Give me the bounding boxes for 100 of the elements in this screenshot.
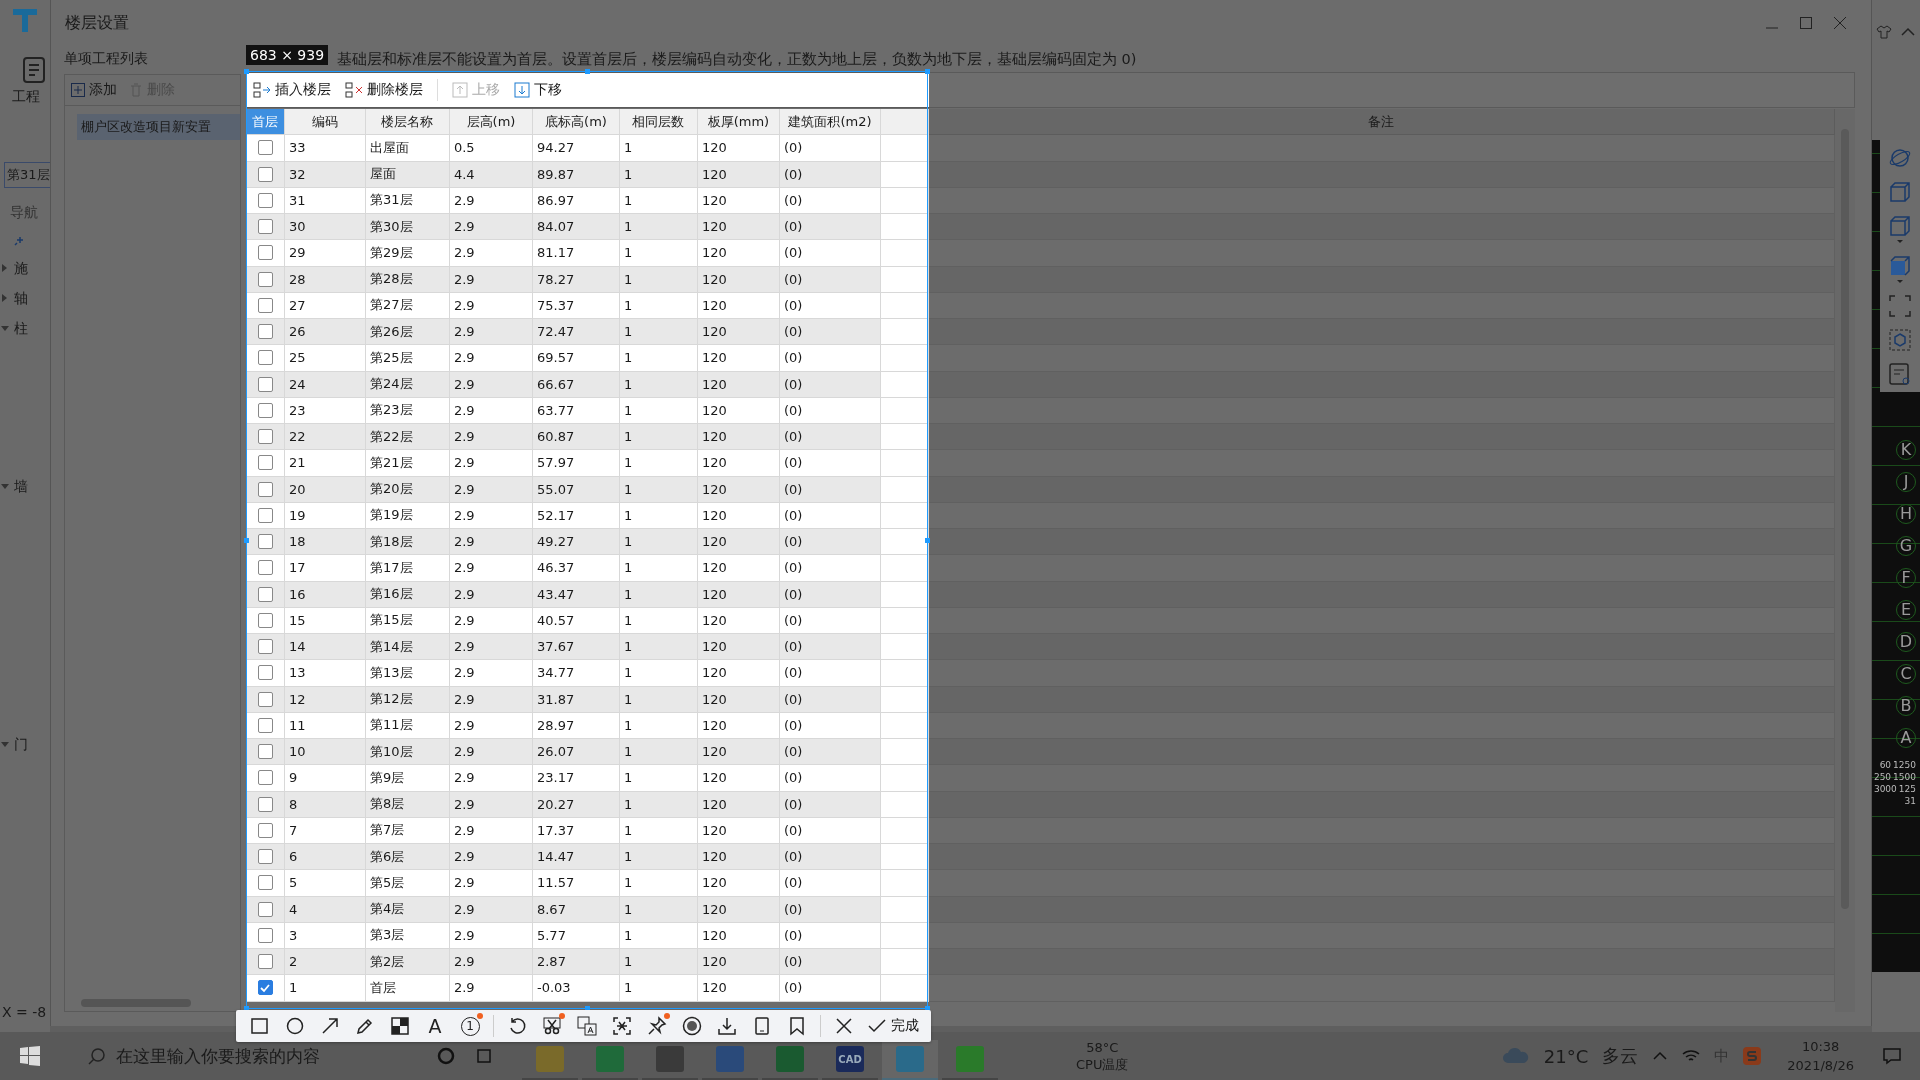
- checkbox[interactable]: [257, 507, 273, 523]
- toolbar-button[interactable]: 删除楼层: [344, 79, 423, 101]
- checkbox[interactable]: [257, 927, 273, 943]
- table-cell: 第11层: [365, 712, 450, 739]
- s-logo-icon[interactable]: [1743, 1047, 1762, 1065]
- tool-button[interactable]: A: [419, 1011, 451, 1041]
- toolbar-button[interactable]: 插入楼层: [252, 79, 331, 101]
- checkbox[interactable]: [257, 166, 273, 182]
- table-cell: 2: [284, 949, 366, 976]
- checkbox[interactable]: [257, 744, 273, 760]
- resize-handle[interactable]: [244, 69, 249, 74]
- checkbox[interactable]: [257, 192, 273, 208]
- toolbar-button[interactable]: 添加: [70, 81, 117, 99]
- start-icon[interactable]: [20, 1046, 40, 1066]
- checkbox[interactable]: [257, 954, 273, 970]
- sparkle-icon[interactable]: [12, 236, 24, 248]
- table-cell: 第4层: [365, 896, 450, 923]
- taskbar-app[interactable]: [882, 1040, 938, 1080]
- table-cell: (0): [779, 896, 881, 923]
- checkbox[interactable]: [257, 796, 273, 812]
- checkbox[interactable]: [257, 980, 273, 996]
- cube-3d-icon[interactable]: [1888, 180, 1912, 204]
- shirt-icon[interactable]: [1876, 24, 1892, 40]
- orbit-icon[interactable]: [1888, 146, 1912, 170]
- app-icon: [536, 1046, 564, 1072]
- tool-button[interactable]: 1: [454, 1011, 486, 1041]
- toolbar-button[interactable]: 下移: [513, 79, 562, 101]
- table-cell: [880, 135, 929, 162]
- checkbox[interactable]: [257, 324, 273, 340]
- cube-in-frame-icon[interactable]: [1888, 328, 1912, 352]
- table-cell: 22: [284, 424, 366, 451]
- checkbox[interactable]: [257, 770, 273, 786]
- cortana-icon[interactable]: [436, 1046, 456, 1066]
- table-cell: (0): [779, 712, 881, 739]
- checkbox[interactable]: [257, 849, 273, 865]
- table-cell: 7: [284, 817, 366, 844]
- document-view-icon[interactable]: [1888, 362, 1912, 386]
- search-field[interactable]: 在这里输入你要搜索的内容: [32, 1043, 418, 1069]
- checkbox[interactable]: [257, 822, 273, 838]
- checkbox[interactable]: [257, 376, 273, 392]
- checkbox[interactable]: [257, 271, 273, 287]
- table-cell: 10: [284, 739, 366, 766]
- maximize-icon[interactable]: [1799, 16, 1813, 30]
- tree-item[interactable]: 柱: [0, 320, 28, 338]
- task-view-icon[interactable]: [474, 1046, 494, 1066]
- resize-handle[interactable]: [925, 69, 930, 74]
- checkbox[interactable]: [257, 429, 273, 445]
- table-cell: 2.9: [449, 739, 533, 766]
- checkbox[interactable]: [257, 297, 273, 313]
- notification-icon[interactable]: [1882, 1046, 1902, 1066]
- tree-item[interactable]: 施: [0, 260, 28, 278]
- resize-handle[interactable]: [925, 538, 930, 543]
- checkbox[interactable]: [257, 481, 273, 497]
- resize-handle[interactable]: [244, 538, 249, 543]
- table-cell: 120: [697, 555, 780, 582]
- checkbox[interactable]: [257, 245, 273, 261]
- project-label[interactable]: 工程: [12, 88, 40, 106]
- app-icon: [896, 1046, 924, 1072]
- coordinate-readout: X = -8: [2, 1004, 47, 1020]
- table-cell: 2.9: [449, 319, 533, 346]
- checkbox[interactable]: [257, 875, 273, 891]
- table-cell: [880, 424, 929, 451]
- checkbox[interactable]: [257, 455, 273, 471]
- capture-selection[interactable]: [246, 71, 928, 1009]
- table-cell: [880, 975, 929, 1002]
- checkbox[interactable]: [257, 534, 273, 550]
- tree-item[interactable]: 门: [0, 736, 28, 754]
- tree-item[interactable]: 墙: [0, 478, 28, 496]
- column-header: 楼层名称: [365, 109, 450, 136]
- cube-icon[interactable]: [1888, 214, 1912, 244]
- checkbox[interactable]: [257, 140, 273, 156]
- checkbox[interactable]: [257, 901, 273, 917]
- weather-text[interactable]: 多云: [1602, 1044, 1639, 1068]
- tree-item[interactable]: 轴: [0, 290, 28, 308]
- wifi-icon[interactable]: [1682, 1048, 1701, 1064]
- done-button[interactable]: 完成: [863, 1017, 923, 1035]
- checkbox[interactable]: [257, 219, 273, 235]
- table-cell: 1: [619, 450, 698, 477]
- checkbox[interactable]: [257, 639, 273, 655]
- table-cell: [880, 345, 929, 372]
- table-cell: 第9层: [365, 765, 450, 792]
- checkbox[interactable]: [257, 350, 273, 366]
- table-cell: 23: [284, 397, 366, 424]
- checkbox[interactable]: [257, 691, 273, 707]
- checkbox[interactable]: [257, 560, 273, 576]
- table-cell: 第14层: [365, 634, 450, 661]
- table-cell: 2.9: [449, 660, 533, 687]
- frame-icon[interactable]: [1888, 294, 1912, 318]
- app-icon: [596, 1046, 624, 1072]
- checkbox[interactable]: [257, 612, 273, 628]
- project-list-item[interactable]: 棚户区改造项目新安置: [76, 114, 240, 140]
- clock[interactable]: 10:38 2021/8/26: [1787, 1037, 1854, 1075]
- solid-cube-icon[interactable]: [1888, 254, 1912, 284]
- checkbox[interactable]: [257, 586, 273, 602]
- resize-handle[interactable]: [585, 69, 590, 74]
- checkbox[interactable]: [257, 665, 273, 681]
- close-icon[interactable]: [1833, 16, 1847, 30]
- checkbox[interactable]: [257, 717, 273, 733]
- checkbox[interactable]: [257, 402, 273, 418]
- temperature-text[interactable]: 21°C: [1543, 1045, 1589, 1067]
